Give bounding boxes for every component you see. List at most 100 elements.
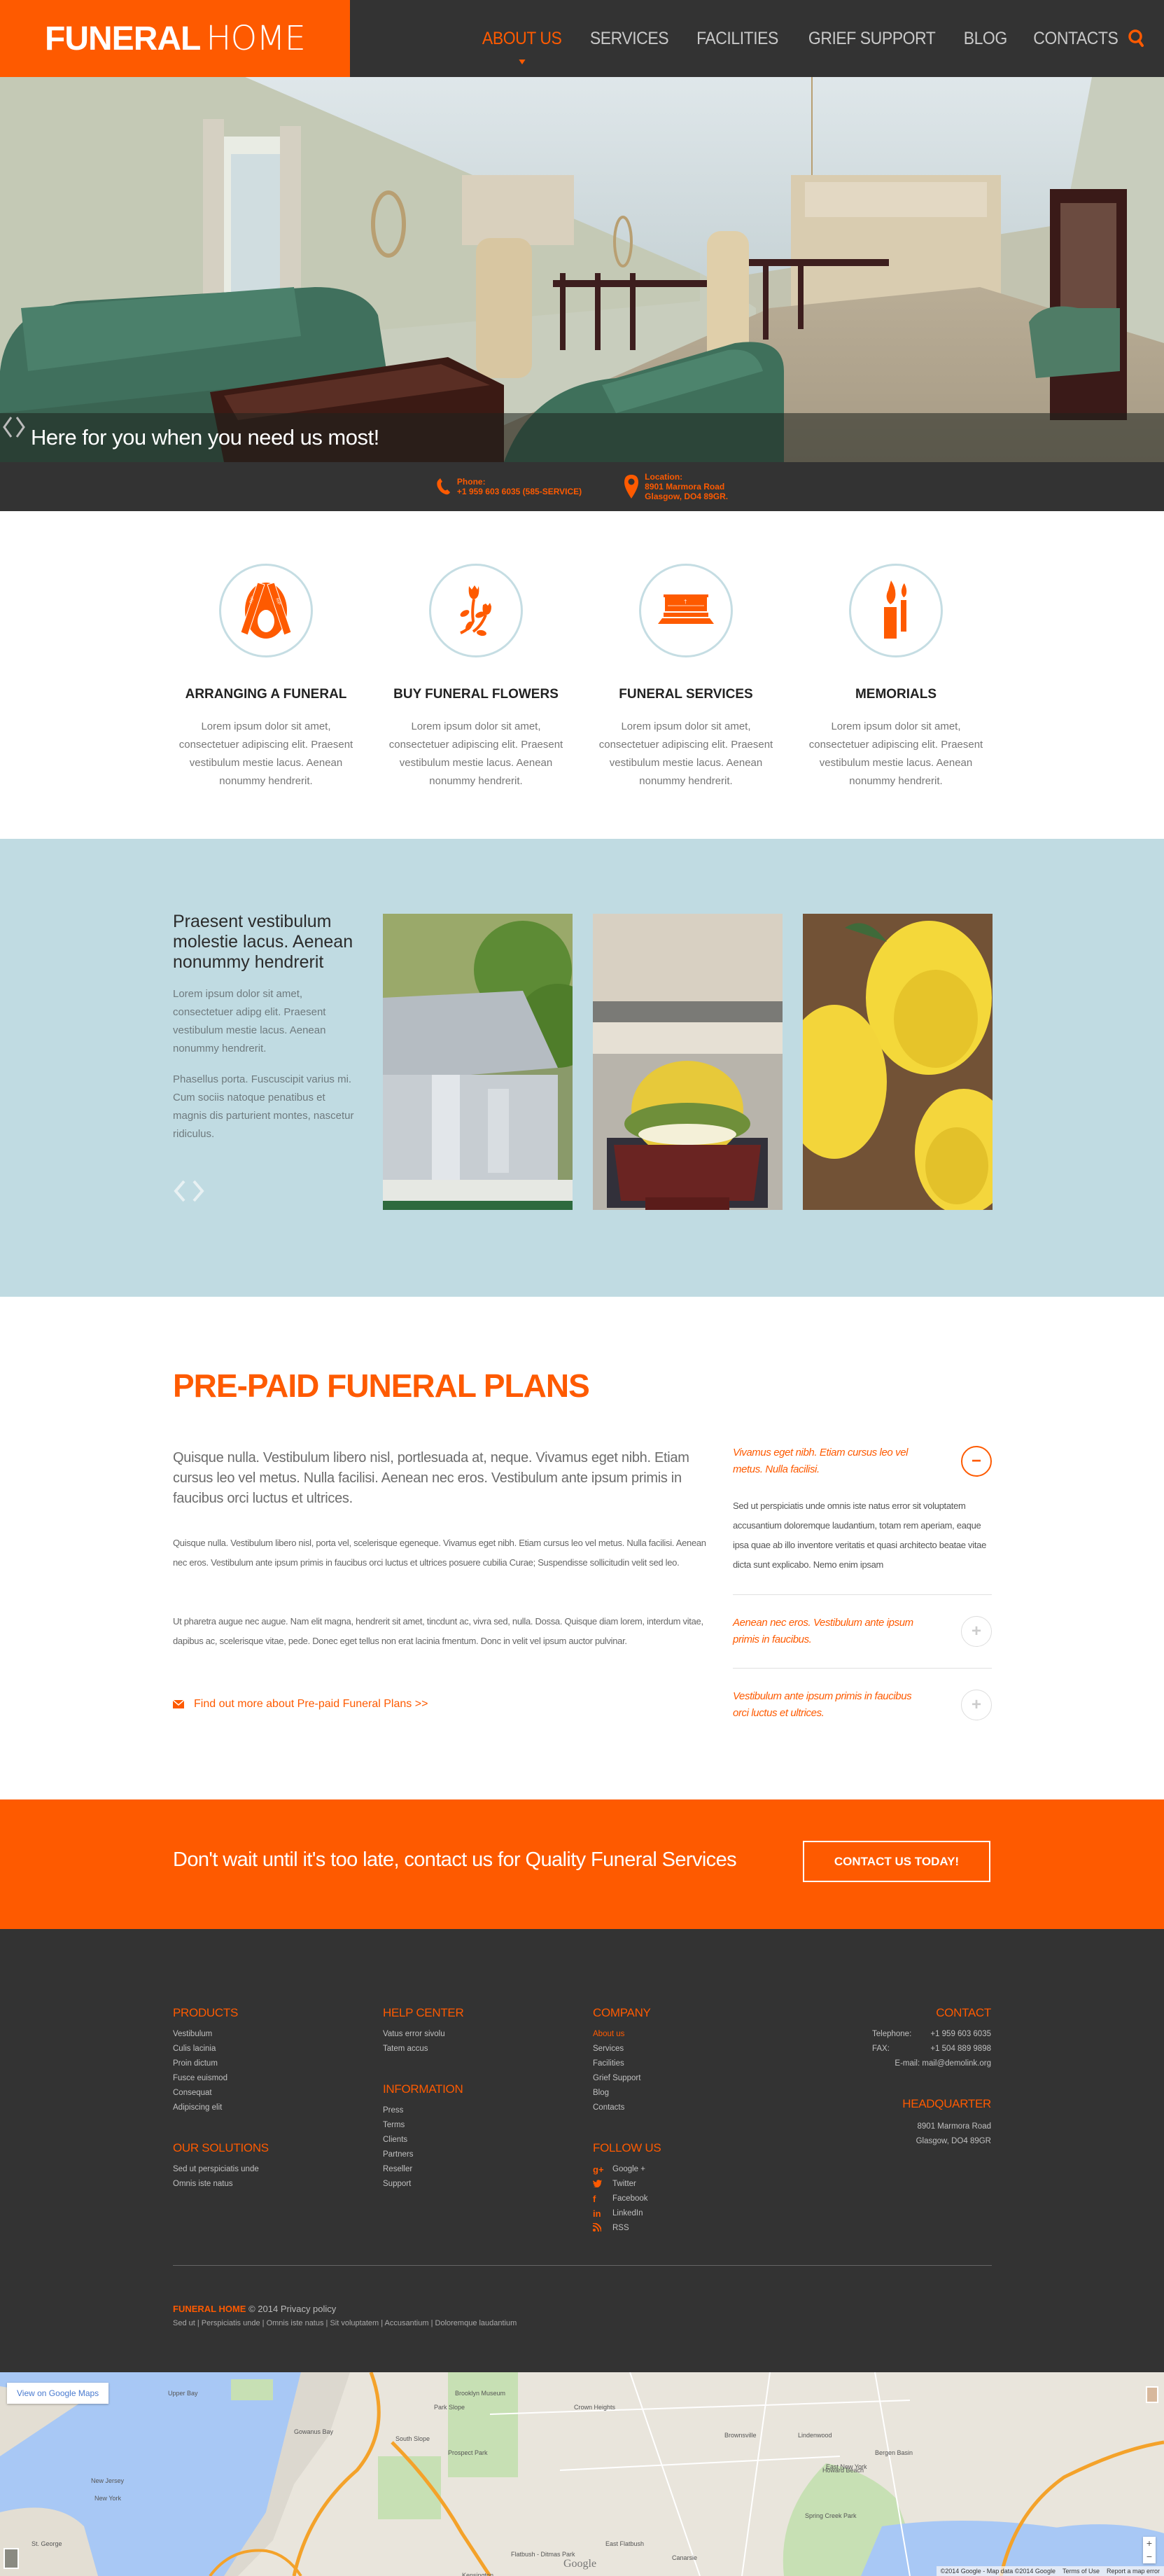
telephone-label: Telephone: <box>872 2030 912 2038</box>
location-info: Location: 8901 Marmora Road Glasgow, DO4… <box>624 472 728 501</box>
service-funeral-services[interactable]: † FUNERAL SERVICES Lorem ipsum dolor sit… <box>588 564 784 791</box>
service-text: Lorem ipsum dolor sit amet, consectetuer… <box>388 720 563 787</box>
prepaid-lead: Quisque nulla. Vestibulum libero nisl, p… <box>173 1450 689 1506</box>
expand-plus-icon[interactable]: + <box>961 1616 992 1647</box>
bottom-link[interactable]: Sed ut <box>173 2319 195 2327</box>
nav-blog[interactable]: BLOG <box>964 29 1008 49</box>
zoom-in-button[interactable]: + <box>1147 2537 1152 2550</box>
accordion-title[interactable]: Vivamus eget nibh. Etiam cursus leo vel … <box>733 1444 915 1478</box>
nav-grief-support[interactable]: GRIEF SUPPORT <box>808 29 935 49</box>
gallery-prev-next-arrows-icon[interactable] <box>173 1179 206 1203</box>
linkedin-icon: in <box>593 2208 601 2219</box>
expand-plus-icon[interactable]: + <box>961 1690 992 1720</box>
service-arranging-funeral[interactable]: RIP RIP ARRANGING A FUNERAL Lorem ipsum d… <box>168 564 364 791</box>
gallery-image-casket[interactable] <box>383 914 573 1210</box>
cta-banner: Don't wait until it's too late, contact … <box>0 1799 1164 1929</box>
footer-link[interactable]: Vatus error sivolu <box>383 2027 445 2042</box>
nav-facilities[interactable]: FACILITIES <box>696 29 778 49</box>
flower-icon <box>460 585 491 636</box>
footer-link[interactable]: Press <box>383 2103 413 2118</box>
nav-services[interactable]: SERVICES <box>590 29 669 49</box>
terms-of-use-link[interactable]: Terms of Use <box>1063 2568 1100 2575</box>
rip-ribbon-icon: RIP RIP <box>240 582 292 639</box>
gallery-image-hearse[interactable] <box>593 914 783 1210</box>
map-label: Crown Heights <box>574 2404 616 2411</box>
footer-link[interactable]: Partners <box>383 2147 413 2162</box>
service-title: BUY FUNERAL FLOWERS <box>393 687 559 702</box>
footer-heading-information: INFORMATION <box>383 2082 463 2096</box>
footer-company-list: About us Services Facilities Grief Suppo… <box>593 2027 640 2115</box>
footer-link[interactable]: Grief Support <box>593 2071 640 2086</box>
service-buy-flowers[interactable]: BUY FUNERAL FLOWERS Lorem ipsum dolor si… <box>378 564 574 791</box>
footer-link[interactable]: Contacts <box>593 2101 640 2115</box>
footer-link-selected[interactable]: About us <box>593 2027 640 2042</box>
contact-us-today-button[interactable]: CONTACT US TODAY! <box>803 1841 990 1882</box>
footer-heading-solutions: OUR SOLUTIONS <box>173 2141 269 2154</box>
social-label: Facebook <box>612 2194 648 2203</box>
gallery-heading: Praesent vestibulum molestie lacus. Aene… <box>173 912 353 972</box>
footer-link[interactable]: Sed ut perspiciatis unde <box>173 2162 259 2177</box>
report-map-error-link[interactable]: Report a map error <box>1107 2568 1160 2575</box>
zoom-out-button[interactable]: − <box>1147 2550 1152 2563</box>
candles-icon <box>884 580 907 639</box>
search-icon[interactable] <box>1125 27 1149 50</box>
phone-icon <box>437 478 450 495</box>
email-link[interactable]: mail@demolink.org <box>922 2059 991 2068</box>
map-label: Brooklyn Museum <box>455 2390 506 2397</box>
footer-link[interactable]: Tatem accus <box>383 2042 445 2056</box>
footer-link[interactable]: Consequat <box>173 2086 227 2101</box>
footer-link[interactable]: Services <box>593 2042 640 2056</box>
map-label: New York <box>94 2495 122 2502</box>
footer-link[interactable]: Omnis iste natus <box>173 2177 259 2192</box>
logo[interactable]: FUNERAL HOME <box>0 0 350 77</box>
footer-link[interactable]: Clients <box>383 2133 413 2147</box>
nav-about-us[interactable]: ABOUT US <box>482 29 562 64</box>
footer-link[interactable]: Vestibulum <box>173 2027 227 2042</box>
footer-link[interactable]: Fusce euismod <box>173 2071 227 2086</box>
footer-link[interactable]: Terms <box>383 2118 413 2133</box>
social-link-google-plus[interactable]: g+ Google + <box>593 2162 648 2177</box>
map-label: New Jersey <box>91 2477 125 2484</box>
bottom-link[interactable]: Doloremque laudantium <box>435 2319 517 2327</box>
street-view-pegman-icon[interactable] <box>1146 2386 1158 2403</box>
bottom-link[interactable]: Accusantium <box>385 2319 429 2327</box>
footer-link[interactable]: Culis lacinia <box>173 2042 227 2056</box>
view-on-google-maps-button[interactable]: View on Google Maps <box>7 2383 109 2404</box>
accordion-title[interactable]: Vestibulum ante ipsum primis in faucibus… <box>733 1688 915 1722</box>
footer-link[interactable]: Blog <box>593 2086 640 2101</box>
google-map[interactable]: Upper Bay Gowanus Bay New Jersey New Yor… <box>0 2372 1164 2576</box>
footer-link[interactable]: Facilities <box>593 2056 640 2071</box>
map-label: Spring Creek Park <box>805 2512 857 2519</box>
social-link-facebook[interactable]: f Facebook <box>593 2192 648 2206</box>
service-memorials[interactable]: MEMORIALS Lorem ipsum dolor sit amet, co… <box>798 564 994 791</box>
bottom-link[interactable]: Sit voluptatem <box>330 2319 379 2327</box>
social-link-linkedin[interactable]: in LinkedIn <box>593 2206 648 2221</box>
social-link-rss[interactable]: RSS <box>592 2221 648 2236</box>
hero-slider: Here for you when you need us most! <box>0 77 1164 462</box>
footer-heading-products: PRODUCTS <box>173 2006 238 2019</box>
nav-contacts[interactable]: CONTACTS <box>1034 29 1119 49</box>
footer-link[interactable]: Proin dictum <box>173 2056 227 2071</box>
google-plus-icon: g+ <box>593 2164 604 2175</box>
bottom-link[interactable]: Omnis iste natus <box>267 2319 324 2327</box>
map-canvas[interactable] <box>0 2372 1164 2576</box>
social-label: RSS <box>612 2224 629 2232</box>
service-title: FUNERAL SERVICES <box>619 687 753 702</box>
contact-info-bar: Phone: +1 959 603 6035 (585-SERVICE) Loc… <box>0 462 1164 511</box>
social-link-twitter[interactable]: Twitter <box>593 2177 648 2192</box>
faq-accordion: Vivamus eget nibh. Etiam cursus leo vel … <box>733 1444 992 1761</box>
privacy-policy-link[interactable]: © 2014 Privacy policy <box>248 2304 336 2314</box>
collapse-minus-icon[interactable]: − <box>961 1446 992 1477</box>
gallery-image-roses[interactable] <box>803 914 993 1210</box>
bottom-link[interactable]: Perspiciatis unde <box>202 2319 260 2327</box>
satellite-toggle-icon[interactable] <box>3 2548 19 2569</box>
phone-value[interactable]: +1 959 603 6035 (585-SERVICE) <box>457 487 582 496</box>
copyright: FUNERAL HOME © 2014 Privacy policy <box>173 2304 336 2314</box>
map-label: Gowanus Bay <box>294 2428 334 2435</box>
prepaid-more-link[interactable]: Find out more about Pre-paid Funeral Pla… <box>173 1698 428 1711</box>
telephone-value[interactable]: +1 959 603 6035 <box>930 2027 991 2042</box>
footer-link[interactable]: Support <box>383 2177 413 2192</box>
accordion-title[interactable]: Aenean nec eros. Vestibulum ante ipsum p… <box>733 1615 915 1648</box>
footer-link[interactable]: Reseller <box>383 2162 413 2177</box>
footer-link[interactable]: Adipiscing elit <box>173 2101 227 2115</box>
